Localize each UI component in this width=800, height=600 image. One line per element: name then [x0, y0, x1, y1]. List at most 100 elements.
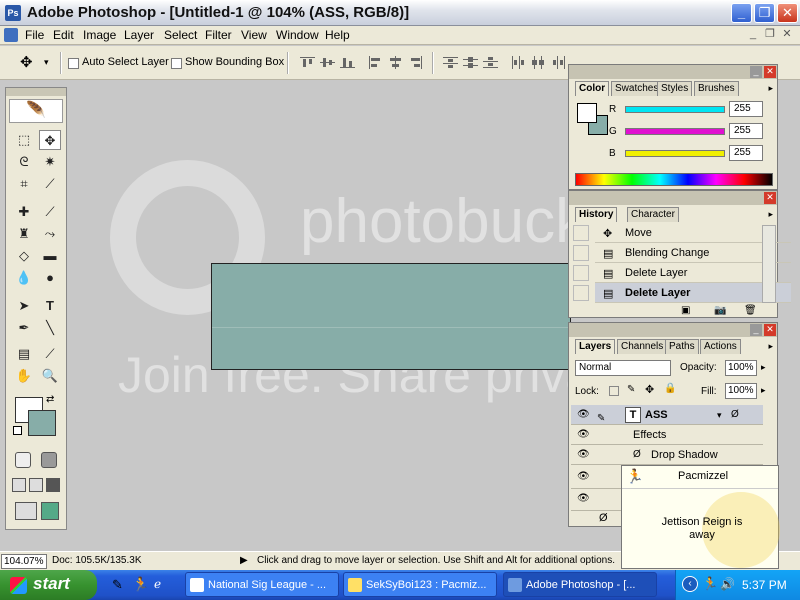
- new-document-from-state-icon[interactable]: ▣: [681, 305, 690, 316]
- menu-help[interactable]: Help: [325, 28, 350, 42]
- gradient-tool-icon[interactable]: ▬: [39, 246, 61, 266]
- panel-close-icon[interactable]: ✕: [764, 192, 776, 204]
- align-top-icon[interactable]: [300, 56, 315, 69]
- zoom-tool-icon[interactable]: 🔍: [39, 366, 61, 386]
- quicklaunch-pen-icon[interactable]: ✎: [112, 577, 123, 593]
- lock-all-icon[interactable]: 🔒: [664, 383, 676, 394]
- move-tool-preset-icon[interactable]: ✥: [20, 53, 33, 71]
- task-national-sig-league[interactable]: National Sig League - ...: [185, 572, 339, 597]
- marquee-tool-icon[interactable]: ⬚: [13, 130, 35, 150]
- tray-aim-icon[interactable]: 🏃: [702, 576, 718, 592]
- line-tool-icon[interactable]: ╲: [39, 318, 61, 338]
- color-panel-fg-swatch[interactable]: [577, 103, 597, 123]
- menu-view[interactable]: View: [241, 28, 267, 42]
- tab-history[interactable]: History: [575, 207, 618, 222]
- color-spectrum-bar[interactable]: [575, 173, 773, 186]
- channel-b-slider[interactable]: [625, 150, 725, 157]
- history-panel-header[interactable]: [569, 191, 777, 205]
- align-vertical-center-icon[interactable]: [320, 56, 335, 69]
- tab-styles[interactable]: Styles: [657, 81, 693, 96]
- quicklaunch-ie-icon[interactable]: ℯ: [154, 577, 161, 591]
- doc-restore-icon[interactable]: ❐: [763, 28, 777, 42]
- menu-file[interactable]: File: [25, 28, 44, 42]
- fill-arrow-icon[interactable]: ▸: [761, 385, 766, 396]
- distribute-vertical-center-icon[interactable]: [463, 56, 478, 69]
- lasso-tool-icon[interactable]: ᘓ: [13, 152, 35, 172]
- layer-drop-shadow-row[interactable]: 👁 Ø Drop Shadow: [571, 445, 763, 465]
- panel-menu-icon[interactable]: ▸: [768, 209, 773, 220]
- channel-r-input[interactable]: 255: [729, 101, 763, 117]
- document-canvas[interactable]: [211, 263, 571, 370]
- distribute-left-icon[interactable]: [511, 56, 526, 69]
- document-icon[interactable]: [4, 28, 18, 42]
- channel-r-slider[interactable]: [625, 106, 725, 113]
- start-button[interactable]: start: [0, 570, 97, 600]
- task-adobe-photoshop[interactable]: Adobe Photoshop - [...: [503, 572, 657, 597]
- aim-away-popup[interactable]: 🏃 Pacmizzel Jettison Reign is away: [621, 465, 780, 569]
- menu-layer[interactable]: Layer: [124, 28, 154, 42]
- history-brush-source-checkbox[interactable]: [573, 265, 589, 281]
- standard-mode-icon[interactable]: [15, 452, 31, 468]
- pen-tool-icon[interactable]: ✒: [13, 318, 35, 338]
- default-colors-icon[interactable]: [13, 426, 22, 435]
- zoom-level-input[interactable]: 104.07%: [1, 554, 47, 569]
- imageready-icon[interactable]: [41, 502, 59, 520]
- eye-icon[interactable]: 👁: [577, 425, 590, 445]
- brush-tool-icon[interactable]: ⟋: [39, 202, 61, 222]
- slice-tool-icon[interactable]: ⟋: [39, 174, 61, 194]
- history-brush-source-checkbox[interactable]: [573, 225, 589, 241]
- history-brush-tool-icon[interactable]: ⤳: [39, 224, 61, 244]
- menu-filter[interactable]: Filter: [205, 28, 232, 42]
- color-panel-header[interactable]: [569, 65, 777, 79]
- tab-channels[interactable]: Channels: [617, 339, 668, 354]
- channel-b-input[interactable]: 255: [729, 145, 763, 161]
- distribute-right-icon[interactable]: [551, 56, 566, 69]
- layer-name[interactable]: ASS: [645, 405, 668, 425]
- quick-mask-mode-icon[interactable]: [41, 452, 57, 468]
- align-horizontal-center-icon[interactable]: [388, 56, 403, 69]
- opacity-arrow-icon[interactable]: ▸: [761, 362, 766, 373]
- tab-swatches[interactable]: Swatches: [611, 81, 663, 96]
- distribute-top-icon[interactable]: [443, 56, 458, 69]
- channel-g-slider[interactable]: [625, 128, 725, 135]
- trash-icon[interactable]: 🗑: [744, 305, 757, 316]
- eyedropper-tool-icon[interactable]: ⟋: [39, 344, 61, 364]
- channel-g-input[interactable]: 255: [729, 123, 763, 139]
- blur-tool-icon[interactable]: 💧: [13, 268, 35, 288]
- restore-button[interactable]: ❐: [754, 3, 775, 23]
- panel-close-icon[interactable]: ✕: [764, 324, 776, 336]
- tab-brushes[interactable]: Brushes: [694, 81, 739, 96]
- layer-effects-row[interactable]: 👁 Effects: [571, 425, 763, 445]
- clock[interactable]: 5:37 PM: [742, 578, 787, 592]
- close-button[interactable]: ✕: [777, 3, 798, 23]
- bounding-box-checkbox[interactable]: [171, 58, 182, 69]
- dodge-tool-icon[interactable]: ●: [39, 268, 61, 288]
- doc-minimize-icon[interactable]: _: [746, 28, 760, 42]
- blend-mode-select[interactable]: Normal: [575, 360, 671, 376]
- menu-image[interactable]: Image: [83, 28, 116, 42]
- menu-select[interactable]: Select: [164, 28, 197, 42]
- eye-icon[interactable]: 👁: [577, 405, 590, 425]
- history-scrollbar[interactable]: [762, 225, 776, 303]
- toolbox-header[interactable]: [6, 88, 66, 96]
- jump-to-imageready-icon[interactable]: [15, 502, 37, 520]
- align-left-icon[interactable]: [368, 56, 383, 69]
- clone-stamp-tool-icon[interactable]: ♜: [13, 224, 35, 244]
- doc-close-icon[interactable]: ✕: [780, 28, 794, 42]
- task-im-window[interactable]: SekSyBoi123 : Pacmiz...: [343, 572, 497, 597]
- status-arrow-icon[interactable]: ▶: [240, 555, 248, 566]
- tab-layers[interactable]: Layers: [575, 339, 616, 354]
- align-right-icon[interactable]: [408, 56, 423, 69]
- lock-transparency-icon[interactable]: [609, 386, 619, 396]
- menu-window[interactable]: Window: [276, 28, 319, 42]
- panel-menu-icon[interactable]: ▸: [768, 83, 773, 94]
- history-brush-source-checkbox[interactable]: [573, 245, 589, 261]
- minimize-button[interactable]: _: [731, 3, 752, 23]
- opacity-input[interactable]: 100%: [725, 360, 757, 376]
- photoshop-app-icon[interactable]: Ps: [5, 5, 21, 21]
- panel-minimize-icon[interactable]: _: [750, 324, 762, 336]
- menu-edit[interactable]: Edit: [53, 28, 74, 42]
- tab-color[interactable]: Color: [575, 81, 610, 96]
- screen-mode-menu-icon[interactable]: [29, 478, 43, 492]
- path-selection-tool-icon[interactable]: ➤: [13, 296, 35, 316]
